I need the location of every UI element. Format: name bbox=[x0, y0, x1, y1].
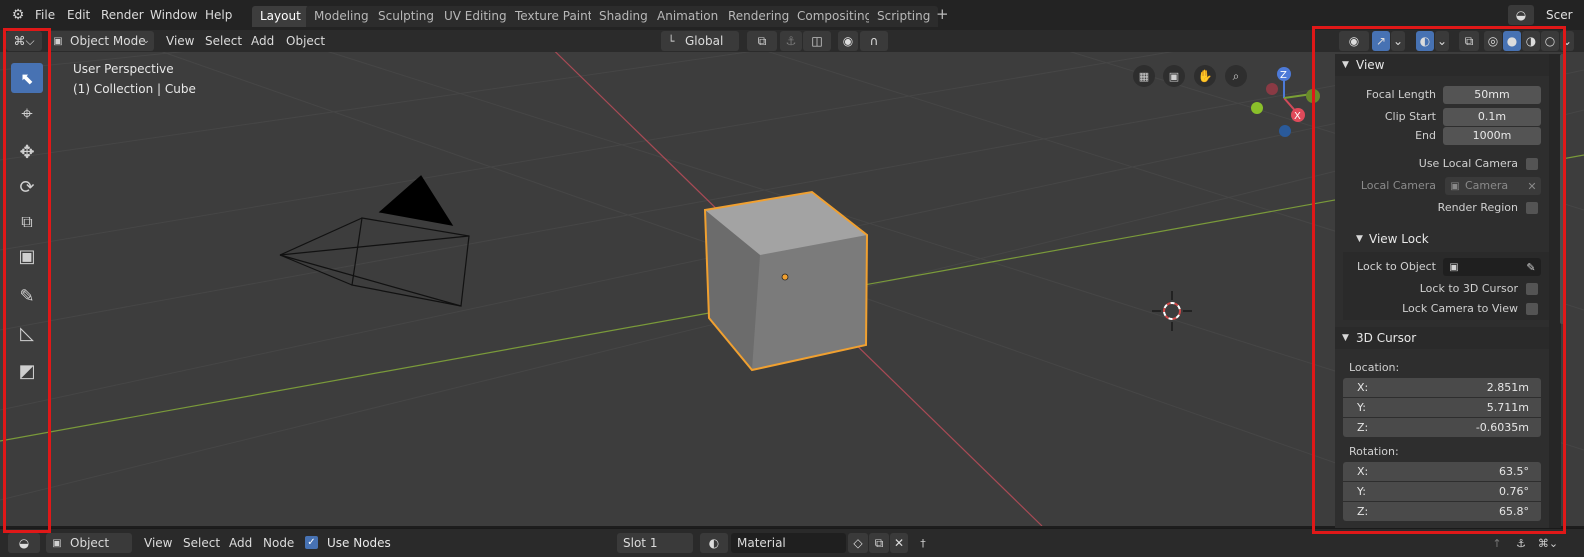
object-mode-icon: ▣ bbox=[53, 35, 63, 47]
proportional-falloff-dropdown[interactable]: ∩ bbox=[860, 31, 888, 51]
tab-compositing[interactable]: Compositing bbox=[789, 6, 881, 27]
material-slot-label: Slot 1 bbox=[623, 536, 658, 550]
3d-cursor[interactable] bbox=[1152, 291, 1192, 331]
snap-element-dropdown[interactable]: ◫ bbox=[803, 31, 831, 51]
vp-menu-select[interactable]: Select bbox=[205, 33, 242, 49]
scene-name[interactable]: Scer bbox=[1546, 7, 1573, 23]
tab-shading[interactable]: Shading bbox=[591, 6, 656, 27]
use-nodes-checkbox[interactable]: ✓ bbox=[305, 536, 318, 549]
mode-selector-label: Object Mode bbox=[70, 34, 146, 48]
camera-object[interactable] bbox=[279, 175, 470, 307]
sidebar-highlight-box bbox=[1312, 26, 1566, 534]
cube-object[interactable] bbox=[703, 190, 869, 372]
bottom-menu-select[interactable]: Select bbox=[183, 535, 220, 551]
gizmo-x-label: X bbox=[1294, 111, 1301, 122]
shader-type-label: Object bbox=[70, 536, 110, 550]
tab-animation[interactable]: Animation bbox=[649, 6, 727, 27]
parent-node-tree-icon[interactable]: ↑ bbox=[1490, 536, 1504, 550]
viewport-collection-label: (1) Collection | Cube bbox=[73, 82, 196, 96]
bottom-menu-add[interactable]: Add bbox=[229, 535, 252, 551]
toggle-camera-view-icon[interactable]: ▦ bbox=[1137, 69, 1151, 83]
vp-menu-object[interactable]: Object bbox=[286, 33, 325, 49]
orientation-axes-icon: └ bbox=[667, 34, 675, 48]
zoom-view-icon[interactable]: ⌕ bbox=[1229, 69, 1243, 83]
bottom-editor-type-selector[interactable]: ◒ bbox=[8, 533, 40, 553]
snap-toggle[interactable]: ⚓ bbox=[780, 31, 802, 51]
blender-logo-icon[interactable]: ⚙ bbox=[8, 6, 28, 24]
tab-layout[interactable]: Layout bbox=[252, 6, 309, 27]
fake-user-button[interactable]: ◇ bbox=[848, 533, 868, 553]
viewport-perspective-label: User Perspective bbox=[73, 62, 174, 76]
material-slot-dropdown[interactable]: Slot 1 bbox=[617, 533, 693, 553]
camera-view-icon[interactable]: ▣ bbox=[1167, 69, 1181, 83]
menu-help[interactable]: Help bbox=[205, 7, 232, 23]
material-browse-button[interactable]: ◐ bbox=[700, 533, 728, 553]
pan-view-icon[interactable]: ✋ bbox=[1198, 69, 1213, 83]
vp-menu-add[interactable]: Add bbox=[251, 33, 274, 49]
bottom-snap-mode-icon[interactable]: ⌘⌄ bbox=[1536, 536, 1560, 550]
pivot-point-dropdown[interactable]: ⧉ bbox=[747, 31, 777, 51]
tab-texture-paint[interactable]: Texture Paint bbox=[507, 6, 601, 27]
vp-menu-view[interactable]: View bbox=[166, 33, 194, 49]
menu-render[interactable]: Render bbox=[101, 7, 144, 23]
tab-modeling[interactable]: Modeling bbox=[306, 6, 377, 27]
unlink-material-button[interactable]: ✕ bbox=[890, 533, 908, 553]
scene-selector-icon[interactable]: ◒ bbox=[1508, 5, 1534, 25]
menu-file[interactable]: File bbox=[35, 7, 55, 23]
add-workspace-button[interactable]: + bbox=[936, 6, 949, 22]
material-name-field[interactable]: Material bbox=[731, 533, 846, 553]
gizmo-z-label: Z bbox=[1280, 70, 1287, 81]
bottom-menu-node[interactable]: Node bbox=[263, 535, 294, 551]
proportional-edit-toggle[interactable]: ◉ bbox=[838, 31, 858, 51]
shader-object-icon: ▣ bbox=[52, 537, 62, 549]
duplicate-material-button[interactable]: ⧉ bbox=[869, 533, 889, 553]
pin-icon[interactable]: † bbox=[916, 536, 930, 550]
tab-rendering[interactable]: Rendering bbox=[720, 6, 798, 27]
material-name-label: Material bbox=[737, 536, 786, 550]
menu-edit[interactable]: Edit bbox=[67, 7, 90, 23]
transform-orientation-label: Global bbox=[685, 34, 724, 48]
use-nodes-label: Use Nodes bbox=[327, 536, 391, 550]
menu-window[interactable]: Window bbox=[150, 7, 197, 23]
tab-scripting[interactable]: Scripting bbox=[869, 6, 939, 27]
mode-chevron-down-icon: ⌄ bbox=[142, 36, 150, 46]
bottom-menu-view[interactable]: View bbox=[144, 535, 172, 551]
bottom-snap-icon[interactable]: ⚓ bbox=[1514, 536, 1528, 550]
toolbar-highlight-box bbox=[3, 28, 51, 533]
tab-uv-editing[interactable]: UV Editing bbox=[436, 6, 515, 27]
tab-sculpting[interactable]: Sculpting bbox=[370, 6, 443, 27]
